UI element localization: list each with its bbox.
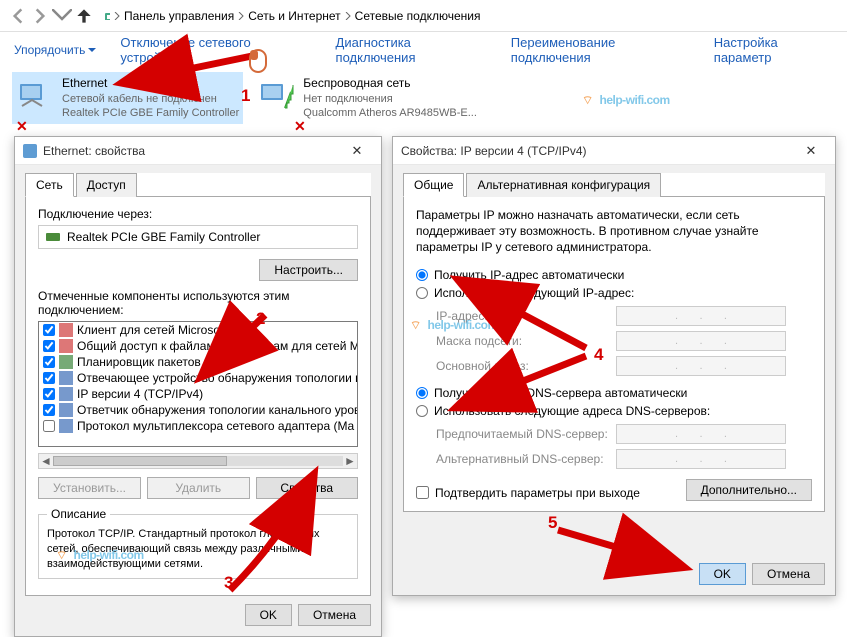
list-item: Отвечающее устройство обнаружения тополо… <box>39 370 357 386</box>
dns-manual-radio[interactable] <box>416 405 428 417</box>
gateway-input <box>616 356 786 376</box>
components-label: Отмеченные компоненты используются этим … <box>38 289 358 317</box>
connection-settings[interactable]: Настройка параметр <box>714 35 833 65</box>
forward-button[interactable] <box>30 6 50 26</box>
advanced-button[interactable]: Дополнительно... <box>686 479 812 501</box>
subnet-mask-input <box>616 331 786 351</box>
annotation-number: 1 <box>241 86 250 106</box>
rename-connection[interactable]: Переименование подключения <box>511 35 690 65</box>
ip-address-input <box>616 306 786 326</box>
ipv4-properties-dialog: Свойства: IP версии 4 (TCP/IPv4) ✕ Общие… <box>392 136 836 596</box>
remove-button[interactable]: Удалить <box>147 477 250 499</box>
ethernet-icon <box>16 78 56 118</box>
connection-device: Realtek PCIe GBE Family Controller <box>62 106 239 120</box>
disabled-x-icon: ✕ <box>294 118 306 135</box>
tab-strip: Общие Альтернативная конфигурация <box>403 173 825 197</box>
properties-button[interactable]: Свойства <box>256 477 359 499</box>
ip-radio-group: Получить IP-адрес автоматически Использо… <box>416 268 812 376</box>
breadcrumb-item[interactable]: Панель управления <box>124 9 234 23</box>
control-panel-icon <box>104 12 110 20</box>
preferred-dns-input <box>616 424 786 444</box>
list-item: IP версии 4 (TCP/IPv4) <box>39 386 357 402</box>
info-text: Параметры IP можно назначать автоматичес… <box>416 207 812 256</box>
alternate-dns-input <box>616 449 786 469</box>
tab-access[interactable]: Доступ <box>76 173 137 197</box>
scroll-left-icon[interactable]: ◄ <box>39 454 53 468</box>
list-item: Планировщик пакетов QoS <box>39 354 357 370</box>
scroll-right-icon[interactable]: ► <box>343 454 357 468</box>
breadcrumb-item[interactable]: Сеть и Интернет <box>248 9 340 23</box>
toolbar: Упорядочить Отключение сетевого устройст… <box>0 32 847 68</box>
diagnose-connection[interactable]: Диагностика подключения <box>336 35 487 65</box>
breadcrumb-item[interactable]: Сетевые подключения <box>355 9 481 23</box>
annotation-number: 5 <box>548 513 557 533</box>
adapter-field: Realtek PCIe GBE Family Controller <box>38 225 358 249</box>
confirm-on-exit-checkbox[interactable] <box>416 486 429 499</box>
tab-general[interactable]: Общие <box>403 173 464 197</box>
configure-button[interactable]: Настроить... <box>259 259 358 281</box>
organize-menu[interactable]: Упорядочить <box>14 43 96 57</box>
dialog-titlebar[interactable]: Свойства: IP версии 4 (TCP/IPv4) ✕ <box>393 137 835 165</box>
connection-ethernet[interactable]: Ethernet Сетевой кабель не подключен Rea… <box>12 72 243 124</box>
ethernet-properties-dialog: Ethernet: свойства ✕ Сеть Доступ Подключ… <box>14 136 382 637</box>
connection-device: Qualcomm Atheros AR9485WB-E... <box>303 106 477 120</box>
list-item: Протокол мультиплексора сетевого адаптер… <box>39 418 357 434</box>
connections-list: Ethernet Сетевой кабель не подключен Rea… <box>0 68 847 128</box>
tab-network[interactable]: Сеть <box>25 173 74 197</box>
components-list[interactable]: Клиент для сетей Microsoft Общий доступ … <box>38 321 358 447</box>
tab-strip: Сеть Доступ <box>25 173 371 197</box>
ok-button[interactable]: OK <box>699 563 746 585</box>
connection-status: Нет подключения <box>303 92 477 106</box>
disable-device[interactable]: Отключение сетевого устройства <box>120 35 311 65</box>
wireless-icon <box>257 78 297 118</box>
network-icon <box>23 144 37 158</box>
connection-name: Беспроводная сеть <box>303 76 477 92</box>
back-button[interactable] <box>8 6 28 26</box>
description-fieldset: Описание Протокол TCP/IP. Стандартный пр… <box>38 507 358 579</box>
ok-button[interactable]: OK <box>245 604 292 626</box>
tab-alternative[interactable]: Альтернативная конфигурация <box>466 173 661 197</box>
component-icon <box>59 387 73 401</box>
annotation-number: 4 <box>594 345 603 365</box>
disabled-x-icon: ✕ <box>16 118 28 135</box>
dns-radio-group: Получить адрес DNS-сервера автоматически… <box>416 386 812 469</box>
connection-name: Ethernet <box>62 76 239 92</box>
component-icon <box>59 355 73 369</box>
cancel-button[interactable]: Отмена <box>298 604 371 626</box>
horizontal-scrollbar[interactable]: ◄ ► <box>38 453 358 469</box>
component-icon <box>59 419 73 433</box>
close-button[interactable]: ✕ <box>795 137 827 164</box>
annotation-number: 3 <box>224 573 233 593</box>
connect-via-label: Подключение через: <box>38 207 358 221</box>
component-icon <box>59 323 73 337</box>
ip-manual-radio[interactable] <box>416 287 428 299</box>
ip-auto-radio[interactable] <box>416 269 428 281</box>
list-item: Клиент для сетей Microsoft <box>39 322 357 338</box>
component-icon <box>59 371 73 385</box>
connection-status: Сетевой кабель не подключен <box>62 92 239 106</box>
install-button[interactable]: Установить... <box>38 477 141 499</box>
up-button[interactable] <box>74 6 94 26</box>
nav-bar: Панель управления Сеть и Интернет Сетевы… <box>0 0 847 32</box>
recent-dropdown[interactable] <box>52 6 72 26</box>
adapter-icon <box>45 229 61 245</box>
close-button[interactable]: ✕ <box>341 137 373 164</box>
dialog-titlebar[interactable]: Ethernet: свойства ✕ <box>15 137 381 165</box>
connection-wireless[interactable]: Беспроводная сеть Нет подключения Qualco… <box>253 72 481 124</box>
list-item: Общий доступ к файлам и принтерам для се… <box>39 338 357 354</box>
cancel-button[interactable]: Отмена <box>752 563 825 585</box>
component-icon <box>59 403 73 417</box>
annotation-number: 2 <box>256 309 265 329</box>
dns-auto-radio[interactable] <box>416 387 428 399</box>
component-icon <box>59 339 73 353</box>
breadcrumb[interactable]: Панель управления Сеть и Интернет Сетевы… <box>104 9 480 23</box>
list-item: Ответчик обнаружения топологии канальног… <box>39 402 357 418</box>
